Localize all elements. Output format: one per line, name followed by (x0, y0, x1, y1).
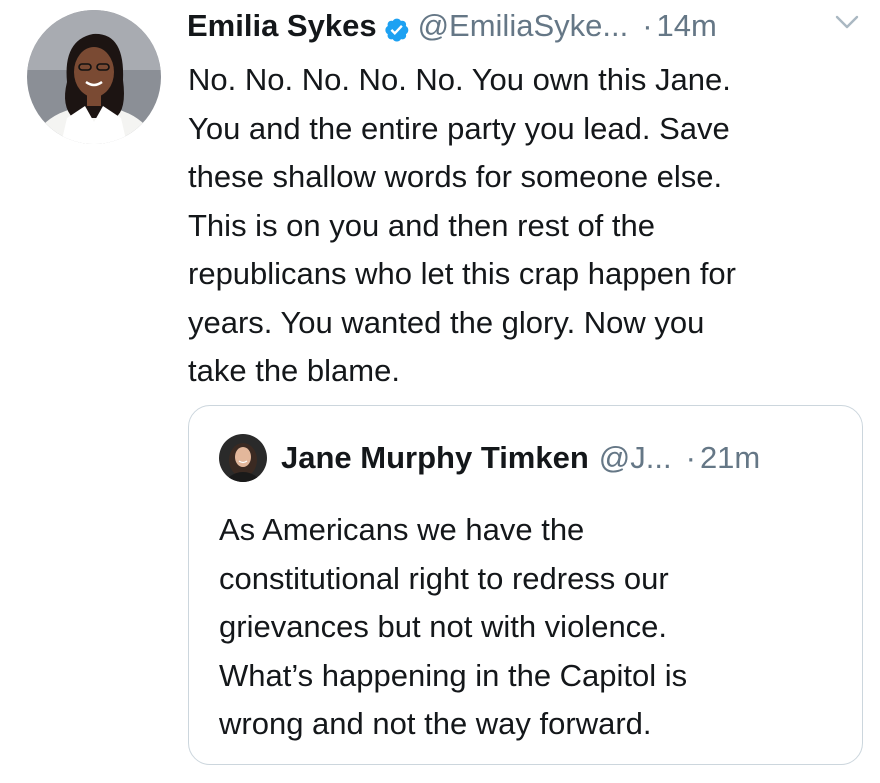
avatar-photo (27, 10, 161, 144)
quoted-timestamp[interactable]: 21m (700, 438, 760, 478)
quoted-text-line: As Americans we have the (219, 512, 585, 547)
quoted-avatar-photo (219, 434, 267, 482)
quoted-tweet-text: As Americans we have the constitutional … (219, 506, 859, 749)
quoted-text-line: constitutional right to redress our (219, 560, 669, 596)
tweet-text-line: No. No. No. No. No. You own this Jane. (188, 62, 731, 97)
tweet-text-line: years. You wanted the glory. Now you (188, 304, 705, 340)
tweet-text-line: You and the entire party you lead. Save (188, 110, 730, 146)
tweet-header: Emilia Sykes @EmiliaSyke... · 14m (187, 4, 867, 48)
separator-dot: · (642, 8, 653, 43)
author-name[interactable]: Emilia Sykes (187, 6, 377, 46)
quoted-avatar[interactable] (219, 434, 267, 482)
quoted-text-line: grievances but not with violence. (219, 609, 668, 644)
quoted-tweet[interactable]: Jane Murphy Timken @J... · 21m As Americ… (188, 405, 863, 765)
quoted-text-line: What’s happening in the Capitol is (219, 657, 688, 693)
tweet-text-line: take the blame. (188, 353, 400, 388)
avatar[interactable] (27, 10, 161, 144)
quoted-author-name[interactable]: Jane Murphy Timken (281, 438, 589, 478)
tweet-text-line: republicans who let this crap happen for (188, 256, 736, 291)
separator-dot: · (685, 440, 696, 475)
timestamp[interactable]: 14m (657, 6, 717, 46)
quoted-tweet-header: Jane Murphy Timken @J... · 21m (281, 438, 760, 478)
tweet-text-line: these shallow words for someone else. (188, 159, 723, 194)
tweet[interactable]: Emilia Sykes @EmiliaSyke... · 14m No. No… (0, 0, 880, 783)
author-handle[interactable]: @EmiliaSyke... (418, 6, 629, 46)
tweet-text-line: This is on you and then rest of the (188, 207, 655, 243)
quoted-author-handle[interactable]: @J... (599, 438, 672, 478)
verified-badge-icon (383, 13, 410, 42)
tweet-text: No. No. No. No. No. You own this Jane. Y… (188, 56, 858, 396)
chevron-down-icon[interactable] (834, 12, 860, 32)
quoted-text-line: wrong and not the way forward. (219, 706, 652, 741)
